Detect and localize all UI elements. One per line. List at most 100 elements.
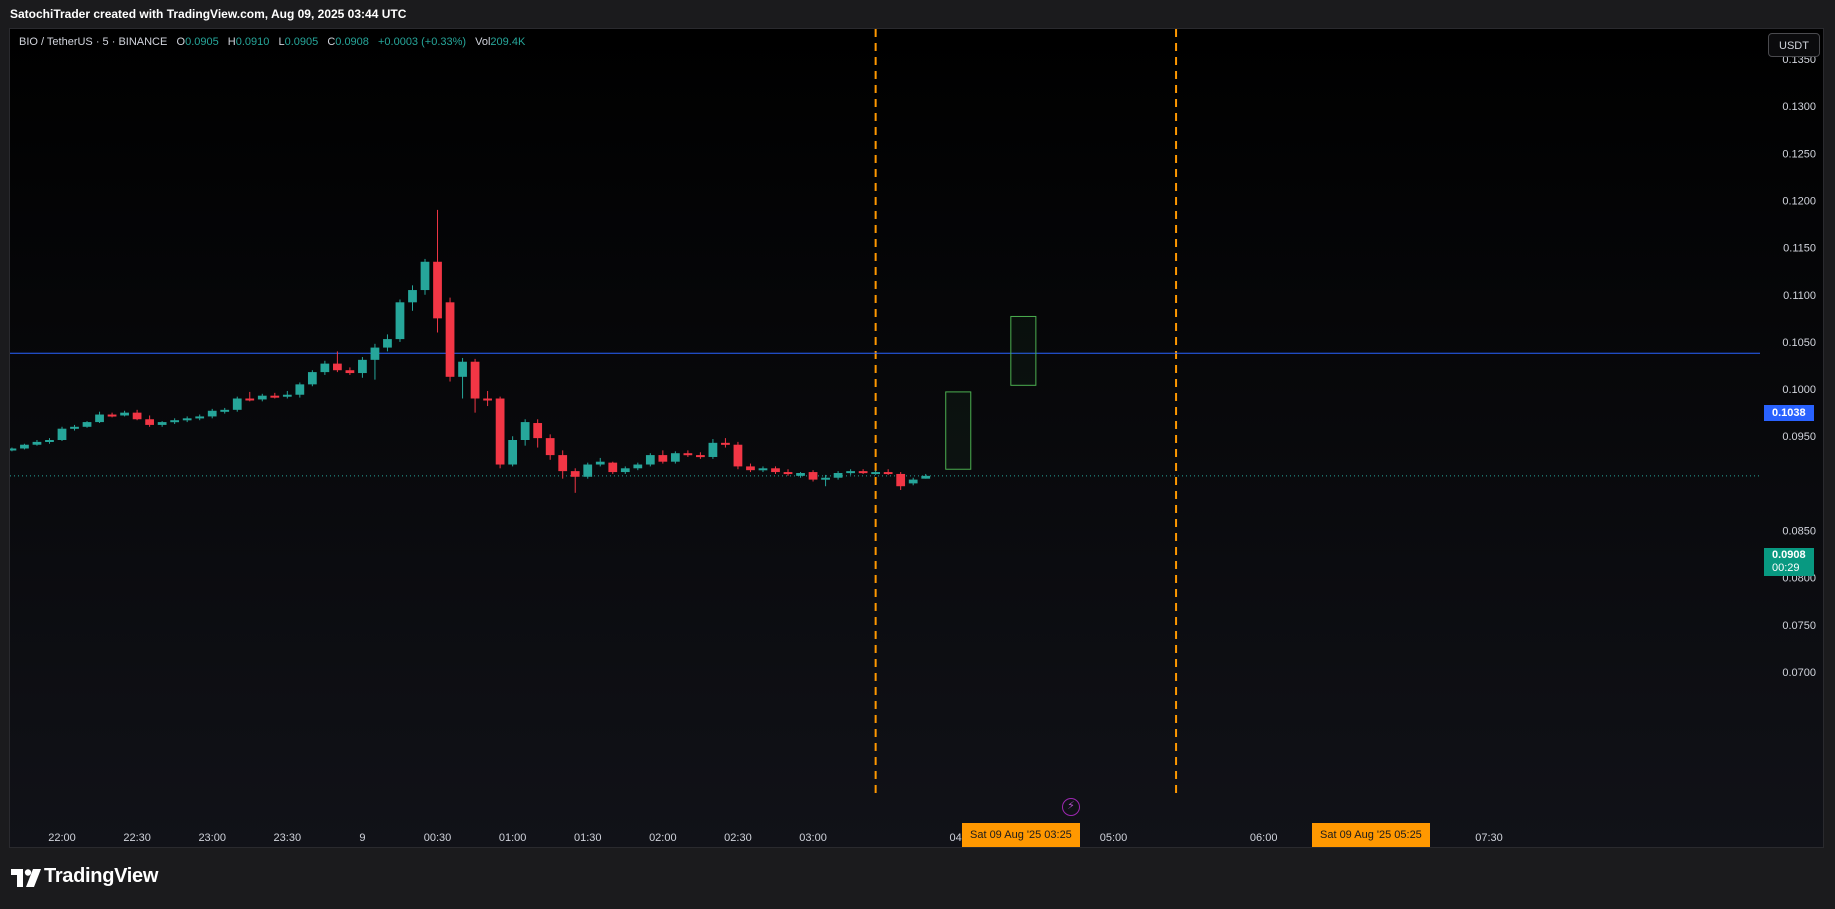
candle-body [358, 359, 367, 374]
candle-body [758, 468, 768, 471]
candle [57, 426, 67, 441]
candle-body [533, 423, 543, 439]
candle-body [608, 462, 618, 473]
candle-body [508, 440, 518, 465]
candle [508, 436, 518, 467]
symbol-legend: BIO / TetherUS · 5 · BINANCE O0.0905 H0.… [19, 36, 531, 48]
candle-body [420, 261, 430, 291]
candle-body [132, 412, 142, 420]
y-axis-tick-label: 0.1150 [1783, 243, 1816, 255]
top-bar: SatochiTrader created with TradingView.c… [0, 0, 1835, 28]
symbol-name[interactable]: BIO / TetherUS · 5 · BINANCE [19, 36, 167, 48]
candle-body [620, 468, 630, 473]
candle-body [908, 479, 918, 484]
candle-body [858, 471, 868, 474]
y-axis-tick-label: 0.0850 [1782, 526, 1816, 538]
y-axis-tick-label: 0.1200 [1782, 195, 1816, 207]
x-axis-tick-label: 01:30 [574, 832, 602, 844]
candle [645, 453, 655, 467]
candle-body [195, 416, 205, 419]
y-axis-tick-label: 0.1100 [1783, 290, 1816, 302]
candle-body [207, 410, 217, 417]
brand-name: TradingView [44, 865, 159, 887]
candle-body [282, 394, 292, 397]
candle-body [683, 453, 693, 456]
candle-body [45, 440, 54, 443]
open-label: O [176, 36, 186, 48]
candle-body [721, 442, 730, 445]
low-value: 0.0905 [284, 36, 319, 48]
candle-body [395, 302, 405, 340]
x-axis-tick-label: 22:30 [123, 832, 151, 844]
x-axis-tick-label: 23:30 [274, 832, 302, 844]
candle-body [733, 444, 743, 467]
candle-body [295, 384, 305, 395]
currency-button[interactable]: USDT [1768, 33, 1820, 57]
y-axis-tick-label: 0.1300 [1782, 101, 1816, 113]
footer: TradingView [0, 848, 1835, 909]
candle-body [458, 361, 467, 377]
candle-body [145, 419, 155, 425]
close-value: 0.0908 [335, 36, 369, 48]
open-value: 0.0905 [185, 36, 219, 48]
candle-body [545, 438, 555, 456]
candle-body [583, 464, 593, 477]
last-price-tag: 0.0908 00:29 [1764, 548, 1814, 576]
candle-body [796, 473, 805, 476]
candlestick-chart[interactable]: 0.13500.13000.12500.12000.11500.11000.10… [10, 29, 1824, 848]
candle-body [232, 398, 242, 410]
x-axis-tick-label: 01:00 [499, 832, 527, 844]
x-axis-tick-label: 00:30 [424, 832, 452, 844]
candle-body [383, 339, 392, 348]
candle-body [771, 468, 780, 473]
candle-body [370, 347, 380, 360]
candle-body [170, 420, 180, 423]
x-axis-tick-label: 23:00 [198, 832, 226, 844]
candle-body [633, 464, 643, 469]
candle-body [433, 261, 442, 319]
candle-body [333, 363, 342, 371]
candle-body [307, 372, 317, 385]
candle-body [320, 363, 330, 373]
candle-body [670, 453, 680, 462]
candle-body [483, 398, 492, 401]
candle-body [32, 441, 42, 445]
candle-body [345, 370, 355, 374]
candle-body [808, 472, 818, 480]
candle-body [883, 472, 893, 475]
vertical-line-time-badge: Sat 09 Aug '25 03:25 [962, 823, 1080, 847]
candle-body [833, 473, 843, 478]
candle-body [257, 395, 267, 400]
x-axis-tick-label: 06:00 [1250, 832, 1278, 844]
x-axis-tick-label: 9 [359, 832, 365, 844]
candle-body [746, 466, 755, 471]
flash-icon[interactable]: ⚡ [1062, 798, 1080, 816]
candle-body [896, 473, 906, 487]
candle-body [95, 414, 104, 423]
chart-area[interactable]: 0.1350 0.1300 0.1250 0.1200 0.1150 0.1100 0.10… [9, 28, 1824, 848]
candle-body [558, 455, 568, 472]
volume-value: 209.4K [490, 36, 526, 48]
candle-body [708, 442, 718, 457]
candle [583, 462, 593, 479]
candle-body [120, 412, 129, 416]
y-axis-tick-label: 0.1250 [1782, 148, 1816, 160]
x-axis-tick-label: 02:30 [724, 832, 752, 844]
candle [307, 370, 317, 387]
candle [82, 421, 92, 428]
x-axis-tick-label: 02:00 [649, 832, 677, 844]
x-axis-tick-label: 07:30 [1475, 832, 1503, 844]
y-axis-tick-label: 0.1050 [1782, 337, 1816, 349]
y-axis-tick-label: 0.1000 [1782, 384, 1816, 396]
candle-body [783, 472, 793, 475]
tradingview-logo-icon [11, 869, 41, 887]
candle-body [82, 422, 92, 427]
y-axis-tick-label: 0.0750 [1782, 620, 1816, 632]
candle-body [696, 455, 705, 458]
candle-body [270, 395, 280, 398]
candle-body [408, 290, 417, 303]
vertical-line-time-badge: Sat 09 Aug '25 05:25 [1312, 823, 1430, 847]
candle [420, 258, 430, 295]
y-axis-tick-label: 0.0950 [1782, 431, 1816, 443]
candle [232, 396, 242, 412]
